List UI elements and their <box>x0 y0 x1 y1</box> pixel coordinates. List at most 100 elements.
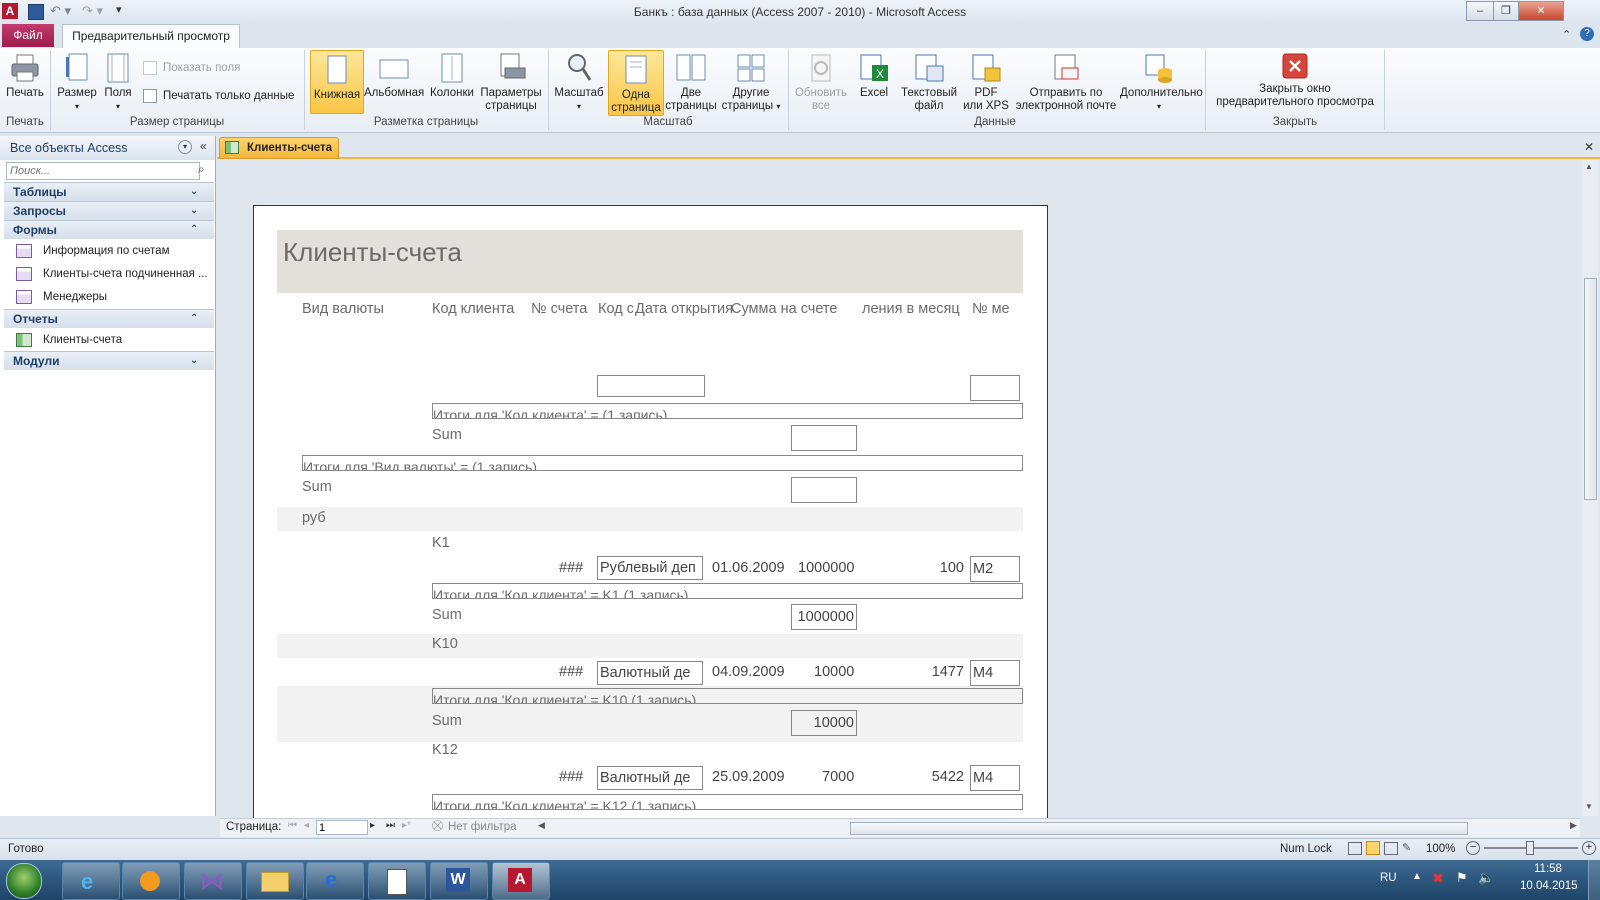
zoom-out-icon[interactable]: − <box>1466 841 1480 855</box>
zoom-in-icon[interactable]: + <box>1582 841 1596 855</box>
sum-value: 10000 <box>791 710 857 736</box>
prev-page-icon[interactable]: ◂ <box>304 820 309 831</box>
margins-button[interactable]: Поля ▾ <box>100 52 136 113</box>
volume-icon[interactable]: 🔈 <box>1478 870 1494 886</box>
nav-pane-title: Все объекты Access <box>10 141 128 155</box>
close-window-button[interactable]: ✕ <box>1518 1 1564 21</box>
taskbar-access-button[interactable]: A <box>492 862 550 900</box>
taskbar-ie-doc-button[interactable]: e <box>306 862 364 900</box>
nav-item-form[interactable]: Клиенты-счета подчиненная ... <box>16 263 212 285</box>
filter-status[interactable]: Нет фильтра <box>448 821 517 833</box>
scroll-down-arrow-icon[interactable]: ▼ <box>1585 802 1593 811</box>
nav-item-report[interactable]: Клиенты-счета <box>16 329 212 351</box>
sum-label: Sum <box>432 607 462 623</box>
open-date: 25.09.2009 <box>712 769 785 785</box>
close-document-icon[interactable]: ✕ <box>1584 140 1594 154</box>
column-header-manager-no: № ме <box>972 301 1010 317</box>
last-page-icon[interactable]: ⏭ <box>386 820 395 831</box>
taskbar-explorer-button[interactable] <box>246 862 304 900</box>
taskbar-notepad-button[interactable] <box>368 862 426 900</box>
amount: 7000 <box>822 769 855 785</box>
page-setup-button[interactable]: Параметры страницы <box>480 52 542 113</box>
more-export-button[interactable]: Дополнительно ▾ <box>1120 52 1203 113</box>
ie-document-icon: e <box>325 867 338 892</box>
tab-report-clients-accounts[interactable]: Клиенты-счета <box>219 137 339 159</box>
collapse-pane-icon[interactable]: « <box>200 139 207 153</box>
client-group-band <box>277 634 1023 658</box>
print-data-only-checkbox[interactable]: Печатать только данные <box>143 89 294 103</box>
ribbon-tab-row <box>0 24 1600 48</box>
page-size-icon <box>66 53 88 81</box>
network-icon[interactable]: ✖ <box>1432 870 1444 887</box>
nav-group-modules[interactable]: Модули ⌄ <box>4 351 214 370</box>
nav-menu-chevron-icon[interactable]: ▾ <box>178 140 192 154</box>
search-icon[interactable]: ⌕ <box>198 162 205 177</box>
tab-file[interactable]: Файл <box>2 24 54 47</box>
minimize-ribbon-icon[interactable]: ⌃ <box>1562 28 1571 41</box>
columns-button[interactable]: Колонки <box>428 52 476 100</box>
minimize-button[interactable]: – <box>1466 1 1494 21</box>
group-label-page-size: Размер страницы <box>129 116 225 128</box>
scroll-thumb[interactable] <box>1584 278 1597 500</box>
nav-group-reports[interactable]: Отчеты ⌃ <box>4 309 214 328</box>
nav-pane-header[interactable]: Все объекты Access ▾ « <box>0 136 215 160</box>
first-page-icon[interactable]: ⏮ <box>288 820 297 831</box>
taskbar-ie-button[interactable]: e <box>62 862 120 900</box>
sum-value-box <box>791 477 857 503</box>
scroll-up-arrow-icon[interactable]: ▲ <box>1585 162 1593 171</box>
nav-group-queries[interactable]: Запросы ⌄ <box>4 201 214 220</box>
start-button[interactable] <box>6 863 42 899</box>
collapse-icon: ⌃ <box>190 224 199 235</box>
taskbar-media-player-button[interactable] <box>122 862 180 900</box>
one-page-button[interactable]: Одна страница <box>608 50 664 116</box>
clock-time[interactable]: 11:58 <box>1534 863 1562 875</box>
clock-date[interactable]: 10.04.2015 <box>1520 880 1578 892</box>
tab-print-preview[interactable]: Предварительный просмотр <box>62 24 240 49</box>
nav-group-forms[interactable]: Формы ⌃ <box>4 220 214 239</box>
refresh-all-button[interactable]: Обновить все <box>792 52 850 113</box>
zoom-slider-thumb[interactable] <box>1526 841 1534 855</box>
design-view-icon[interactable]: ✎ <box>1402 841 1411 854</box>
column-header-amount: Сумма на счете <box>731 301 838 317</box>
size-button[interactable]: Размер ▾ <box>56 52 98 113</box>
export-excel-button[interactable]: X Excel <box>852 52 896 100</box>
column-header-code-part: Код с <box>598 301 634 317</box>
print-button[interactable]: Печать <box>4 52 46 100</box>
new-record-icon[interactable]: ▸* <box>402 820 411 831</box>
two-pages-button[interactable]: Две страницы <box>664 52 718 113</box>
vertical-scrollbar[interactable]: ▲ ▼ <box>1582 160 1598 816</box>
group-divider <box>788 50 789 130</box>
print-preview-view-icon[interactable] <box>1366 841 1380 855</box>
zoom-button[interactable]: Масштаб ▾ <box>553 52 605 113</box>
portrait-button[interactable]: Книжная <box>310 50 364 114</box>
language-indicator[interactable]: RU <box>1380 872 1397 884</box>
show-fields-checkbox[interactable]: Показать поля <box>143 61 240 75</box>
close-print-preview-button[interactable]: Закрыть окно предварительного просмотра <box>1210 52 1380 109</box>
account-number: ### <box>559 664 584 680</box>
taskbar-visual-studio-button[interactable]: ⋈ <box>184 862 242 900</box>
nav-group-tables[interactable]: Таблицы ⌄ <box>4 182 214 201</box>
landscape-button[interactable]: Альбомная <box>364 52 424 100</box>
show-hidden-icons-icon[interactable]: ▲ <box>1412 871 1422 882</box>
layout-view-icon[interactable] <box>1384 842 1398 855</box>
nav-item-form[interactable]: Менеджеры <box>16 286 212 308</box>
nav-search-input[interactable] <box>6 162 200 180</box>
help-icon[interactable]: ? <box>1580 27 1594 41</box>
taskbar-word-button[interactable]: W <box>430 862 488 900</box>
more-pages-button[interactable]: Другие страницы ▾ <box>720 52 782 113</box>
column-header-account-no: № счета <box>531 301 588 317</box>
restore-button[interactable]: ❐ <box>1493 1 1519 21</box>
next-page-icon[interactable]: ▸ <box>370 820 375 831</box>
action-center-icon[interactable]: ⚑ <box>1456 870 1468 886</box>
export-text-button[interactable]: Текстовый файл <box>898 52 960 113</box>
horizontal-scroll-thumb[interactable] <box>850 822 1468 835</box>
send-email-button[interactable]: Отправить по электронной почте <box>1012 52 1120 113</box>
scroll-left-arrow-icon[interactable]: ◀ <box>538 820 545 831</box>
export-pdf-button[interactable]: PDF или XPS <box>962 52 1010 113</box>
scroll-right-arrow-icon[interactable]: ▶ <box>1570 820 1577 831</box>
report-view-icon[interactable] <box>1348 842 1362 855</box>
page-number-input[interactable] <box>316 820 368 835</box>
show-desktop-button[interactable] <box>1588 860 1600 900</box>
nav-item-form[interactable]: Информация по счетам <box>16 240 212 262</box>
multiple-pages-icon <box>737 54 765 82</box>
